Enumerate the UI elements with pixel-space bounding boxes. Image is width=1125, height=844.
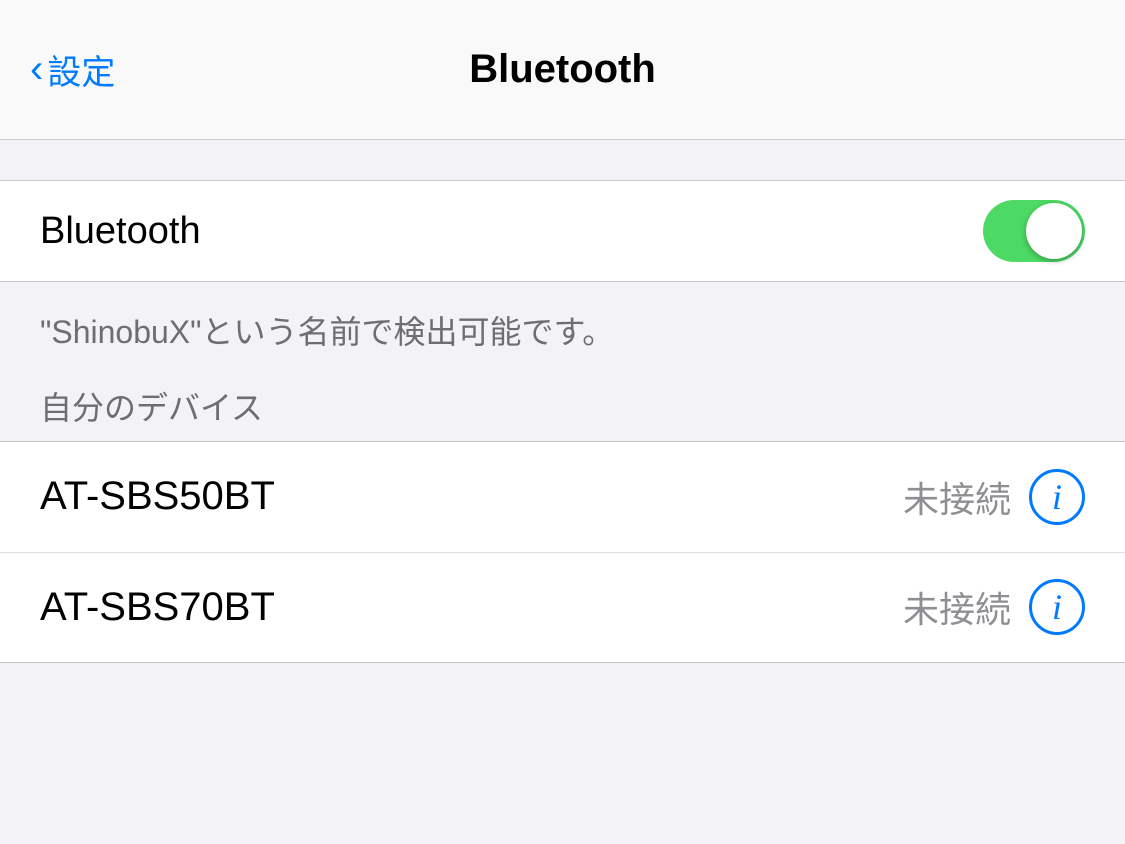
bluetooth-toggle[interactable] bbox=[983, 200, 1085, 262]
toggle-knob bbox=[1026, 203, 1082, 259]
discoverable-text: "ShinobuX"という名前で検出可能です。 bbox=[40, 314, 614, 350]
device-status-0: 未接続 bbox=[903, 471, 1011, 523]
back-button[interactable]: ‹ 設定 bbox=[30, 45, 115, 94]
device-name-0: AT-SBS50BT bbox=[40, 474, 275, 519]
device-status-1: 未接続 bbox=[903, 581, 1011, 633]
device-name-1: AT-SBS70BT bbox=[40, 585, 275, 630]
bluetooth-label: Bluetooth bbox=[40, 210, 201, 253]
device-info-icon-1[interactable]: i bbox=[1029, 579, 1085, 635]
my-devices-label: 自分のデバイス bbox=[40, 390, 263, 426]
bluetooth-toggle-row: Bluetooth bbox=[0, 181, 1125, 281]
navigation-bar: ‹ 設定 Bluetooth bbox=[0, 0, 1125, 140]
bluetooth-section: Bluetooth bbox=[0, 180, 1125, 282]
device-status-area-0: 未接続 i bbox=[903, 469, 1085, 525]
device-list: AT-SBS50BT 未接続 i AT-SBS70BT 未接続 i bbox=[0, 441, 1125, 663]
device-status-area-1: 未接続 i bbox=[903, 579, 1085, 635]
discoverable-info: "ShinobuX"という名前で検出可能です。 bbox=[0, 282, 1125, 355]
back-chevron-icon: ‹ bbox=[30, 49, 43, 89]
top-spacer bbox=[0, 140, 1125, 180]
page-title: Bluetooth bbox=[469, 47, 656, 92]
device-info-icon-0[interactable]: i bbox=[1029, 469, 1085, 525]
device-row-0[interactable]: AT-SBS50BT 未接続 i bbox=[0, 442, 1125, 552]
device-row-1[interactable]: AT-SBS70BT 未接続 i bbox=[0, 552, 1125, 662]
my-devices-header: 自分のデバイス bbox=[0, 355, 1125, 441]
back-label: 設定 bbox=[47, 45, 115, 94]
